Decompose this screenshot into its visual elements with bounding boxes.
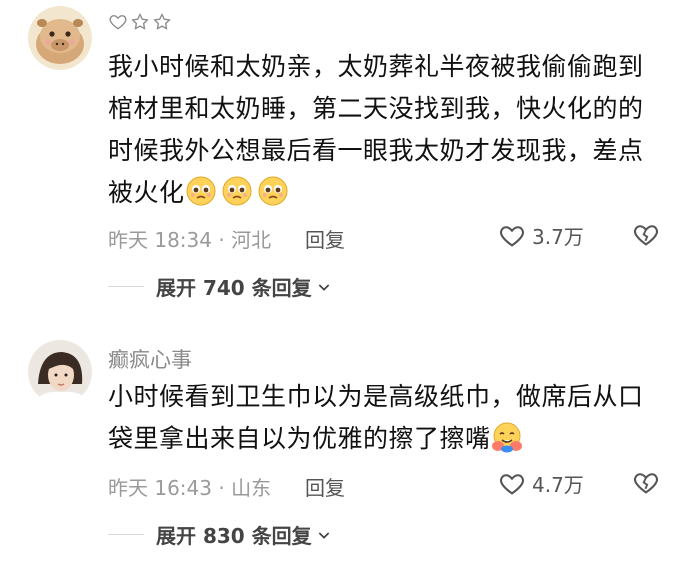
hugging-face-emoji <box>491 422 522 453</box>
reply-button[interactable]: 回复 <box>305 224 345 253</box>
broken-heart-icon <box>633 473 659 494</box>
emoji-group <box>185 176 293 207</box>
comment-meta: 昨天 18:34 · 河北 <box>108 228 272 252</box>
broken-heart-icon <box>633 225 659 246</box>
username[interactable]: 癫疯心事 <box>108 344 192 374</box>
expand-replies-button[interactable]: 展开 740 条回复 <box>108 272 332 301</box>
pleading-face-emoji <box>186 176 216 206</box>
divider <box>108 286 144 287</box>
like-count: 4.7万 <box>532 473 584 497</box>
comment-text: 小时候看到卫生巾以为是高级纸巾，做席后从口袋里拿出来自以为优雅的擦了擦嘴 <box>108 376 668 460</box>
heart-icon <box>499 473 525 495</box>
capybara-avatar-icon <box>28 6 92 70</box>
pleading-face-emoji <box>222 176 252 206</box>
like-button[interactable]: 4.7万 <box>498 469 584 498</box>
chevron-down-icon <box>318 531 329 539</box>
chevron-down-icon <box>318 283 329 291</box>
avatar[interactable] <box>28 6 92 70</box>
comment-meta: 昨天 16:43 · 山东 <box>108 476 272 500</box>
comment-text-content: 小时候看到卫生巾以为是高级纸巾，做席后从口袋里拿出来自以为优雅的擦了擦嘴 <box>108 382 644 453</box>
avatar[interactable] <box>28 340 92 404</box>
expand-replies-label: 展开 740 条回复 <box>156 276 312 300</box>
user-photo-avatar-icon <box>28 340 92 404</box>
dislike-button[interactable] <box>632 221 660 253</box>
pleading-face-emoji <box>258 176 288 206</box>
expand-replies-button[interactable]: 展开 830 条回复 <box>108 520 332 549</box>
comment-text: 我小时候和太奶亲，太奶葬礼半夜被我偷偷跑到棺材里和太奶睡，第二天没找到我，快火化… <box>108 46 668 214</box>
heart-outline-icon <box>109 15 127 30</box>
divider <box>108 534 144 535</box>
expand-replies-label: 展开 830 条回复 <box>156 524 312 548</box>
star-outline-icon <box>131 12 149 30</box>
star-outline-icon <box>153 12 171 30</box>
dislike-button[interactable] <box>632 469 660 501</box>
reply-button[interactable]: 回复 <box>305 472 345 501</box>
heart-icon <box>499 225 525 247</box>
like-count: 3.7万 <box>532 225 584 249</box>
like-button[interactable]: 3.7万 <box>498 221 584 250</box>
rating-icons <box>108 12 172 32</box>
